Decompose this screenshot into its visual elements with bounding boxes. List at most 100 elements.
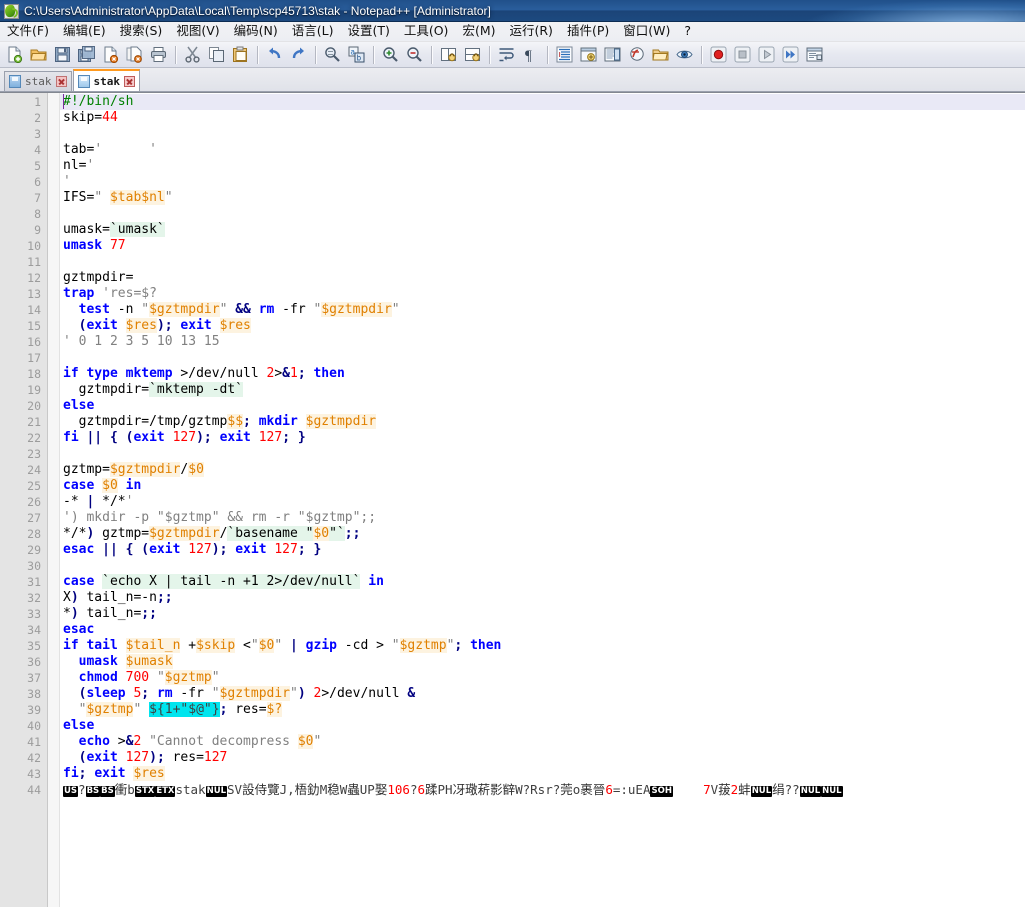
indent-guideline-icon[interactable]: [553, 44, 576, 66]
code-line[interactable]: nl=': [60, 158, 1025, 174]
code-line[interactable]: ') mkdir -p "$gztmp" && rm -r "$gztmp";;: [60, 510, 1025, 526]
code-line[interactable]: (exit 127); res=127: [60, 750, 1025, 766]
code-line[interactable]: -* | */*': [60, 494, 1025, 510]
code-line[interactable]: umask=`umask`: [60, 222, 1025, 238]
user-defined-dialog-icon[interactable]: [577, 44, 600, 66]
play-macro-icon[interactable]: [755, 44, 778, 66]
code-line[interactable]: gztmpdir=`mktemp -dt`: [60, 382, 1025, 398]
line-number: 1: [34, 95, 41, 109]
code-line[interactable]: umask 77: [60, 238, 1025, 254]
code-line[interactable]: gztmp=$gztmpdir/$0: [60, 462, 1025, 478]
zoom-out-icon[interactable]: [403, 44, 426, 66]
editor-area[interactable]: 1 2 3 4 5 6 7 8 9 10 11 12 13 14 15 16 17 18 19 20 21 22 23 24 2…: [0, 92, 1025, 907]
line-number: 21: [27, 415, 41, 429]
binary-text: J,: [279, 782, 295, 797]
code-line[interactable]: echo >&2 "Cannot decompress $0": [60, 734, 1025, 750]
menu-search[interactable]: 搜索(S): [113, 22, 170, 41]
word-wrap-icon[interactable]: [495, 44, 518, 66]
line-number: 36: [27, 655, 41, 669]
tab-close-icon[interactable]: [55, 76, 67, 87]
code-text-area[interactable]: #!/bin/sh skip=44 tab=' ' nl=' ' IFS=" $tab$…: [60, 93, 1025, 907]
close-all-icon[interactable]: [123, 44, 146, 66]
code-line[interactable]: case `echo X | tail -n +1 2>/dev/null` i…: [60, 574, 1025, 590]
menu-settings[interactable]: 设置(T): [340, 22, 396, 41]
fold-margin[interactable]: [48, 93, 60, 907]
code-line[interactable]: X) tail_n=-n;;: [60, 590, 1025, 606]
sync-horizontal-scroll-icon[interactable]: [461, 44, 484, 66]
menu-help[interactable]: ?: [677, 22, 698, 41]
code-line[interactable]: fi; exit $res: [60, 766, 1025, 782]
code-line[interactable]: ' 0 1 2 3 5 10 13 15: [60, 334, 1025, 350]
code-line[interactable]: umask $umask: [60, 654, 1025, 670]
redo-icon[interactable]: [287, 44, 310, 66]
undo-icon[interactable]: [263, 44, 286, 66]
menu-macro[interactable]: 宏(M): [455, 22, 502, 41]
code-line[interactable]: chmod 700 "$gztmp": [60, 670, 1025, 686]
code-line-binary[interactable]: US?BS BS衝bSTX ETXstakNULSV設侍覽J,梧釛M稳W蟲UP娶10…: [60, 782, 1025, 798]
code-line[interactable]: else: [60, 718, 1025, 734]
code-line[interactable]: fi || { (exit 127); exit 127; }: [60, 430, 1025, 446]
code-line[interactable]: #!/bin/sh: [60, 94, 1025, 110]
run-macro-multiple-icon[interactable]: [779, 44, 802, 66]
code-line[interactable]: [60, 558, 1025, 574]
code-line[interactable]: esac: [60, 622, 1025, 638]
stop-recording-icon[interactable]: [731, 44, 754, 66]
code-line[interactable]: test -n "$gztmpdir" && rm -fr "$gztmpdir…: [60, 302, 1025, 318]
tab-stak-2[interactable]: stak: [72, 69, 140, 91]
code-line[interactable]: if tail $tail_n +$skip <"$0" | gzip -cd …: [60, 638, 1025, 654]
code-line[interactable]: [60, 206, 1025, 222]
window-title-bar: C:\Users\Administrator\AppData\Local\Tem…: [0, 0, 1025, 22]
replace-icon[interactable]: ab: [345, 44, 368, 66]
menu-run[interactable]: 运行(R): [502, 22, 559, 41]
menu-window[interactable]: 窗口(W): [616, 22, 677, 41]
code-line[interactable]: gztmpdir=: [60, 270, 1025, 286]
code-line[interactable]: trap 'res=$?: [60, 286, 1025, 302]
run-dialog-icon[interactable]: [803, 44, 826, 66]
find-icon[interactable]: [321, 44, 344, 66]
tab-stak-1[interactable]: stak: [4, 71, 72, 91]
code-line[interactable]: if type mktemp >/dev/null 2>&1; then: [60, 366, 1025, 382]
show-all-characters-icon[interactable]: ¶: [519, 44, 542, 66]
code-line[interactable]: tab=' ': [60, 142, 1025, 158]
code-line[interactable]: *) tail_n=;;: [60, 606, 1025, 622]
tab-close-icon[interactable]: [124, 75, 135, 87]
menu-encoding[interactable]: 编码(N): [227, 22, 285, 41]
code-line[interactable]: skip=44: [60, 110, 1025, 126]
record-macro-icon[interactable]: [707, 44, 730, 66]
open-file-icon[interactable]: [27, 44, 50, 66]
print-icon[interactable]: [147, 44, 170, 66]
menu-edit[interactable]: 编辑(E): [56, 22, 113, 41]
code-line[interactable]: esac || { (exit 127); exit 127; }: [60, 542, 1025, 558]
menu-plugins[interactable]: 插件(P): [560, 22, 616, 41]
new-file-icon[interactable]: [3, 44, 26, 66]
menu-view[interactable]: 视图(V): [169, 22, 226, 41]
menu-tools[interactable]: 工具(O): [397, 22, 456, 41]
menu-language[interactable]: 语言(L): [285, 22, 341, 41]
save-icon[interactable]: [51, 44, 74, 66]
zoom-in-icon[interactable]: [379, 44, 402, 66]
code-line[interactable]: */*) gztmp=$gztmpdir/`basename "$0"`;;: [60, 526, 1025, 542]
code-line[interactable]: "$gztmp" ${1+"$@"}; res=$?: [60, 702, 1025, 718]
close-file-icon[interactable]: [99, 44, 122, 66]
code-line[interactable]: IFS=" $tab$nl": [60, 190, 1025, 206]
function-list-icon[interactable]: [625, 44, 648, 66]
code-line[interactable]: (exit $res); exit $res: [60, 318, 1025, 334]
sync-vertical-scroll-icon[interactable]: [437, 44, 460, 66]
copy-icon[interactable]: [205, 44, 228, 66]
code-line[interactable]: [60, 446, 1025, 462]
folder-as-workspace-icon[interactable]: [649, 44, 672, 66]
cut-icon[interactable]: [181, 44, 204, 66]
code-line[interactable]: case $0 in: [60, 478, 1025, 494]
code-line[interactable]: (sleep 5; rm -fr "$gztmpdir") 2>/dev/nul…: [60, 686, 1025, 702]
menu-file[interactable]: 文件(F): [0, 22, 56, 41]
monitoring-icon[interactable]: [673, 44, 696, 66]
code-line[interactable]: [60, 350, 1025, 366]
code-line[interactable]: else: [60, 398, 1025, 414]
code-line[interactable]: gztmpdir=/tmp/gztmp$$; mkdir $gztmpdir: [60, 414, 1025, 430]
code-line[interactable]: [60, 126, 1025, 142]
document-map-icon[interactable]: [601, 44, 624, 66]
save-all-icon[interactable]: [75, 44, 98, 66]
paste-icon[interactable]: [229, 44, 252, 66]
code-line[interactable]: [60, 254, 1025, 270]
code-line[interactable]: ': [60, 174, 1025, 190]
